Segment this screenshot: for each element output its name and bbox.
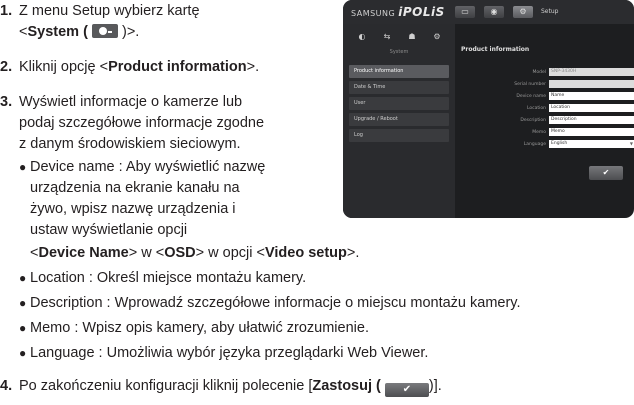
- bullet-dot: ●: [19, 346, 27, 360]
- osd-option: OSD: [164, 245, 196, 261]
- memo-input[interactable]: Memo: [549, 128, 634, 136]
- step-number: 3.: [0, 94, 13, 110]
- step-2-pre: Kliknij opcję <: [19, 59, 109, 75]
- setup-main: Product information Model SNP-3430H Seri…: [461, 24, 634, 218]
- step-1-line-2: <System ( )>.: [19, 22, 139, 42]
- step-4-post: )].: [428, 378, 442, 394]
- step-3-line-1: Wyświetl informacje o kamerze lub: [19, 94, 243, 110]
- system-settings-icon: [91, 24, 118, 38]
- field-label: Model: [532, 70, 546, 75]
- setup-sidebar: ◐ ⇆ ☗ ⚙ System Product information Date …: [343, 24, 455, 218]
- apply-button-icon: ✔: [384, 383, 429, 397]
- t: > w opcji <: [195, 245, 265, 261]
- device-line-5: <Device Name> w <OSD> w opcji <Video set…: [30, 243, 359, 263]
- brand-name: SAMSUNG: [351, 9, 396, 18]
- product-information-option: Product information: [108, 59, 247, 75]
- field-description: Description Description: [461, 116, 634, 125]
- step-number: 2.: [0, 59, 13, 75]
- bullet-dot: ●: [19, 160, 27, 174]
- bullet-text: Memo : Wpisz opis kamery, aby ułatwić zr…: [30, 320, 369, 336]
- field-label: Language: [523, 142, 546, 147]
- apply-command-name: Zastosuj (: [312, 378, 381, 394]
- field-label: Serial number: [514, 82, 546, 87]
- field-label: Memo: [532, 130, 546, 135]
- monitor-icon[interactable]: ▭: [455, 6, 475, 18]
- t: > w <: [128, 245, 165, 261]
- sidebar-section-title: System: [389, 49, 409, 55]
- device-line-1: Device name : Aby wyświetlić nazwę: [30, 159, 266, 175]
- language-select[interactable]: English: [549, 140, 634, 148]
- video-setup-option: Video setup: [264, 245, 347, 261]
- playback-icon[interactable]: ◉: [484, 6, 504, 18]
- field-location: Location Location: [461, 104, 634, 113]
- field-label: Device name: [516, 94, 546, 99]
- device-name-option: Device Name: [38, 245, 129, 261]
- sidebar-item-product-information[interactable]: Product information: [349, 65, 449, 78]
- sidebar-item-user[interactable]: User: [349, 97, 449, 110]
- bullet-dot: ●: [19, 296, 27, 310]
- field-memo: Memo Memo: [461, 128, 634, 137]
- system-icon[interactable]: ⚙: [432, 32, 442, 41]
- network-icon[interactable]: ⇆: [382, 32, 392, 41]
- step-2-post: >.: [246, 59, 260, 75]
- field-language: Language English: [461, 140, 634, 149]
- field-device-name: Device name Name: [461, 92, 634, 101]
- system-tab-name: System (: [27, 24, 88, 40]
- bullet-dot: ●: [19, 271, 27, 285]
- serial-number-field: [549, 80, 634, 88]
- step-2-text: Kliknij opcję <Product information>.: [19, 57, 259, 77]
- setup-label: Setup: [541, 8, 559, 15]
- device-line-2: urządzenia na ekranie kanału na: [30, 180, 240, 196]
- apply-button[interactable]: ✔: [589, 166, 623, 180]
- sidebar-tabs: ◐ ⇆ ☗ ⚙: [343, 28, 455, 46]
- event-icon[interactable]: ☗: [407, 32, 417, 41]
- product-logo: iPOLiS: [398, 5, 445, 19]
- bullet-text: Language : Umożliwia wybór języka przegl…: [30, 345, 429, 361]
- field-model: Model SNP-3430H: [461, 68, 634, 77]
- brand-logo: SAMSUNG iPOLiS: [351, 5, 445, 21]
- sidebar-item-log[interactable]: Log: [349, 129, 449, 142]
- t: >.: [346, 245, 360, 261]
- step-1-line-1: Z menu Setup wybierz kartę: [19, 3, 200, 19]
- device-line-3: żywo, wpisz nazwę urządzenia i: [30, 201, 236, 217]
- field-label: Location: [526, 106, 546, 111]
- top-bar: SAMSUNG iPOLiS ▭ ◉ ⚙ Setup: [343, 0, 634, 24]
- step-number: 1.: [0, 3, 13, 19]
- device-line-4: ustaw wyświetlanie opcji: [30, 222, 188, 238]
- step-number: 4.: [0, 378, 13, 394]
- step-3-line-3: z danym środowiskiem sieciowym.: [19, 136, 241, 152]
- bullet-dot: ●: [19, 321, 27, 335]
- device-name-input[interactable]: Name: [549, 92, 634, 100]
- step-4-pre: Po zakończeniu konfiguracji kliknij pole…: [19, 378, 313, 394]
- field-label: Description: [520, 118, 546, 123]
- sidebar-item-upgrade-reboot[interactable]: Upgrade / Reboot: [349, 113, 449, 126]
- gear-icon[interactable]: ⚙: [513, 6, 533, 18]
- bullet-text: Location : Określ miejsce montażu kamery…: [30, 270, 307, 286]
- step-4-text: Po zakończeniu konfiguracji kliknij pole…: [19, 376, 442, 397]
- sidebar-item-date-time[interactable]: Date & Time: [349, 81, 449, 94]
- panel-title: Product information: [461, 46, 530, 53]
- model-field: SNP-3430H: [549, 68, 634, 76]
- bullet-text: Description : Wprowadź szczegółowe infor…: [30, 295, 521, 311]
- step-1-close: )>.: [121, 24, 140, 40]
- step-3-line-2: podaj szczegółowe informacje zgodne: [19, 115, 265, 131]
- description-input[interactable]: Description: [549, 116, 634, 124]
- location-input[interactable]: Location: [549, 104, 634, 112]
- setup-screenshot: SAMSUNG iPOLiS ▭ ◉ ⚙ Setup ◐ ⇆ ☗ ⚙ Syste…: [343, 0, 634, 218]
- video-audio-icon[interactable]: ◐: [357, 32, 367, 41]
- field-serial: Serial number: [461, 80, 634, 89]
